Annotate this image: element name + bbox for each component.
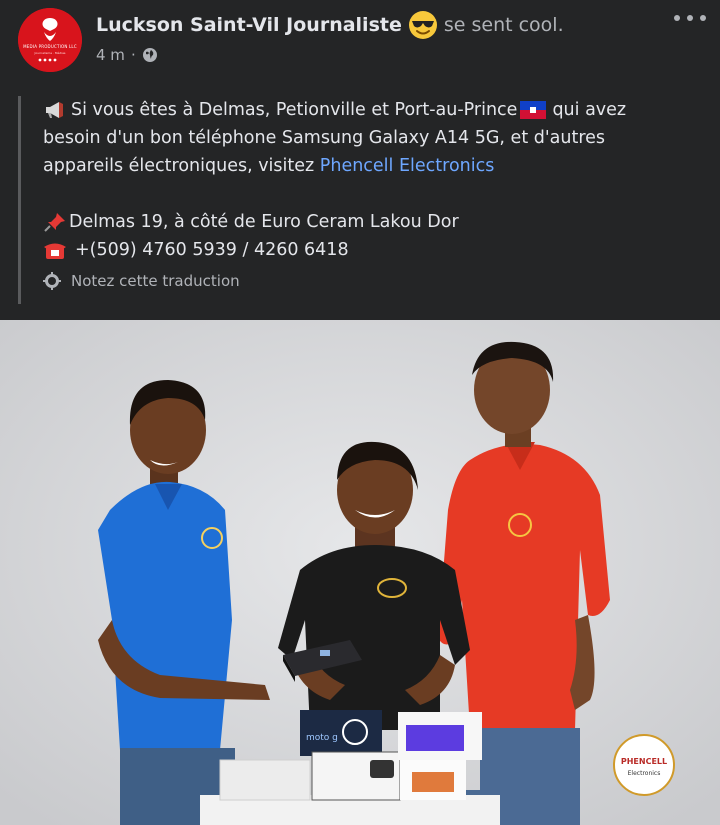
text-line-3-main: appareils électroniques, visitez — [43, 156, 315, 176]
logo-main-text: PHENCELL — [621, 757, 667, 766]
phencell-link[interactable]: Phencell Electronics — [320, 152, 495, 180]
address-text: Delmas 19, à côté de Euro Ceram Lakou Do… — [69, 212, 459, 232]
text-line-phone: +(509) 4760 5939 / 4260 6418 — [43, 236, 698, 264]
globe-icon[interactable] — [142, 47, 158, 63]
rate-translation-link[interactable]: Notez cette traduction — [43, 272, 698, 290]
post-photo[interactable]: moto g PHENCELL Electronics — [0, 320, 720, 825]
avatar-brand-text: MEDIA PRODUCTION LLC — [23, 44, 77, 49]
avatar-sub-text: Journalisme · Médias — [34, 51, 66, 55]
text-line-2: besoin d'un bon téléphone Samsung Galaxy… — [43, 128, 606, 148]
telephone-icon — [44, 243, 66, 259]
text-line-3: appareils électroniques, visitez Phencel… — [43, 152, 698, 180]
more-dot-icon — [700, 15, 706, 21]
author-name[interactable]: Luckson Saint-Vil Journaliste — [96, 14, 402, 36]
more-dot-icon — [687, 15, 693, 21]
phencell-logo: PHENCELL Electronics — [613, 734, 675, 796]
rate-translation-text: Notez cette traduction — [71, 272, 240, 290]
feeling-text: se sent cool. — [443, 14, 564, 36]
pushpin-icon — [44, 213, 65, 232]
text-line-1-main: Si vous êtes à Delmas, Petionville et Po… — [71, 100, 518, 120]
post-time[interactable]: 4 m — [96, 46, 125, 64]
author-line: Luckson Saint-Vil Journaliste se sent co… — [96, 10, 564, 40]
logo-sub-text: Electronics — [628, 770, 661, 777]
more-dot-icon — [674, 15, 680, 21]
avatar-logo-icon — [18, 8, 82, 72]
author-avatar[interactable]: MEDIA PRODUCTION LLC Journalisme · Média… — [18, 8, 82, 72]
megaphone-icon — [46, 102, 63, 118]
post-text: Si vous êtes à Delmas, Petionville et Po… — [43, 96, 698, 264]
haiti-flag-icon — [520, 101, 547, 119]
gear-icon — [43, 272, 61, 290]
phone-text: +(509) 4760 5939 / 4260 6418 — [75, 240, 349, 260]
photo-illustration: moto g PHENCELL Electronics — [0, 320, 720, 825]
post-body: Si vous êtes à Delmas, Petionville et Po… — [18, 96, 698, 304]
text-line-address: Delmas 19, à côté de Euro Ceram Lakou Do… — [43, 208, 698, 236]
box-label-text: moto g — [306, 733, 338, 743]
meta-separator: · — [130, 46, 136, 64]
post-meta: 4 m · — [96, 46, 158, 64]
sunglasses-face-icon — [408, 11, 437, 39]
text-line-1: Si vous êtes à Delmas, Petionville et Po… — [43, 96, 698, 124]
text-line-1-tail: qui avez — [552, 100, 627, 120]
post-header: MEDIA PRODUCTION LLC Journalisme · Média… — [0, 0, 720, 80]
more-options-button[interactable] — [674, 8, 706, 28]
